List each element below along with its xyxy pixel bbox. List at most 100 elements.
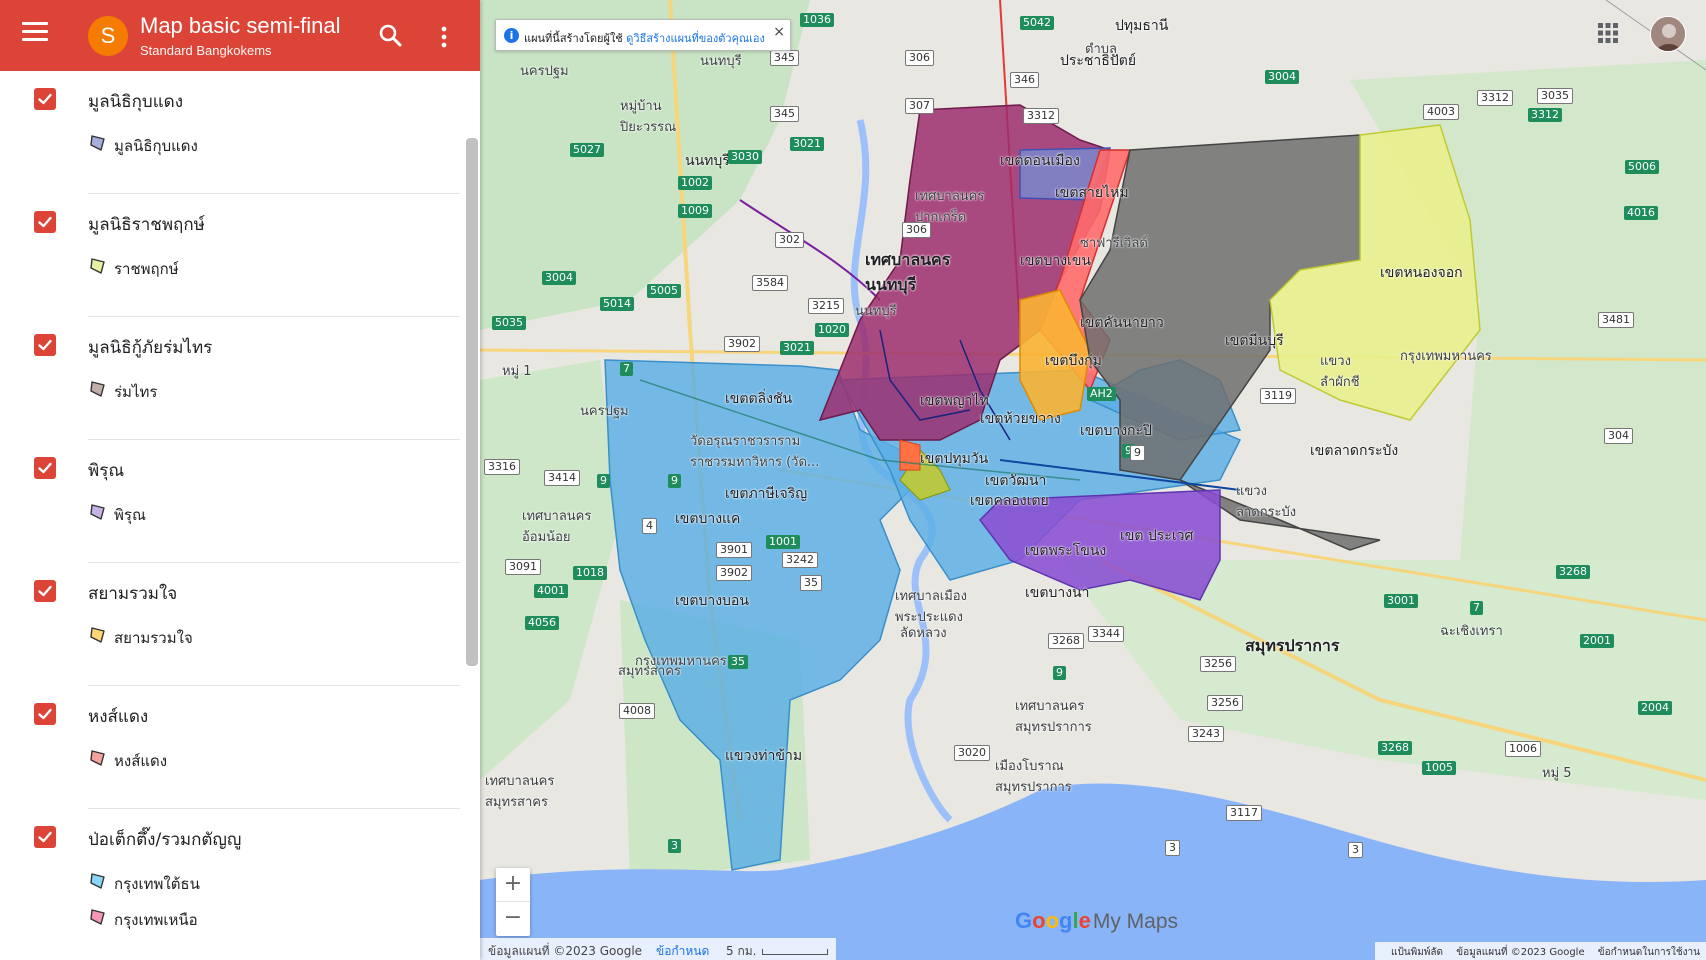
feature-label: กรุงเทพเหนือ [114, 911, 198, 929]
map-label-bang-khen: เขตบางเขน [1020, 253, 1091, 269]
road-shield: 3021 [780, 341, 814, 355]
map-label-phaya-thai: เขตพญาไท [920, 393, 989, 409]
feature-label: สยามรวมใจ [114, 629, 193, 647]
road-shield: 2001 [1580, 634, 1614, 648]
layer-group: ป่อเต็กตึ๊ง/รวมกตัญญูกรุงเทพใต้ธนกรุงเทพ… [0, 809, 466, 932]
keyboard-shortcuts-link[interactable]: แป้นพิมพ์ลัด [1391, 947, 1443, 958]
zoom-in-button[interactable]: + [496, 868, 530, 902]
layer-checkbox[interactable] [34, 211, 56, 233]
layer-checkbox[interactable] [34, 826, 56, 848]
road-shield: 3902 [716, 565, 752, 581]
layer-checkbox[interactable] [34, 580, 56, 602]
road-shield: 1001 [766, 535, 800, 549]
panel-scrollbar[interactable] [466, 138, 478, 666]
map-label-prawet: เขต ประเวศ [1120, 528, 1194, 544]
map-avatar: S [88, 16, 128, 56]
map-footer-right: แป้นพิมพ์ลัด ข้อมูลแผนที่ ©2023 Google ข… [1375, 942, 1706, 960]
map-data-link[interactable]: ข้อมูลแผนที่ ©2023 Google [1456, 947, 1584, 958]
map-label-nonthaburi-2: นนทบุรี [685, 153, 730, 169]
road-shield: 5042 [1020, 16, 1054, 30]
road-shield: 3020 [954, 745, 990, 761]
map-label-lat-krabang: เขตลาดกระบัง [1310, 443, 1399, 459]
road-shield: 3242 [782, 552, 818, 568]
layer-title[interactable]: หงส์แดง [88, 703, 148, 730]
map-label-muang-boran: เมืองโบราณ สมุทรปราการ [995, 759, 1072, 795]
map-label-bang-bon: เขตบางบอน [675, 593, 749, 609]
layer-checkbox[interactable] [34, 457, 56, 479]
road-shield: 3215 [808, 298, 844, 314]
zoom-out-button[interactable]: − [496, 902, 530, 936]
terms-link[interactable]: ข้อกำหนด [656, 942, 709, 960]
road-shield: 3256 [1207, 695, 1243, 711]
road-shield: 3243 [1188, 726, 1224, 742]
layer-checkbox[interactable] [34, 703, 56, 725]
layer-title[interactable]: สยามรวมใจ [88, 580, 177, 607]
road-shield: 4 [642, 518, 657, 534]
copyright-text: ข้อมูลแผนที่ ©2023 Google [488, 944, 643, 958]
user-avatar[interactable] [1650, 16, 1686, 52]
map-label-taling-chan: เขตตลิ่งชัน [725, 391, 793, 407]
map-label-samut-prakan: สมุทรปราการ [1245, 636, 1340, 655]
map-label-bkk-road: กรุงเทพมหานคร [1400, 349, 1492, 364]
road-shield: 1020 [815, 323, 849, 337]
map-label-bueng-kum: เขตบึงกุ่ม [1045, 353, 1102, 369]
apps-grid-icon[interactable] [1597, 22, 1619, 44]
road-shield: 1018 [573, 566, 607, 580]
layer-title[interactable]: พิรุณ [88, 457, 124, 484]
scale-bar [762, 949, 828, 955]
road-shield: 3902 [724, 336, 760, 352]
polygon-icon [90, 750, 105, 766]
map-label-watthana: เขตวัฒนา [985, 473, 1047, 489]
header-bar: S Map basic semi-final Standard Bangkoke… [0, 0, 480, 71]
road-shield: 1009 [678, 204, 712, 218]
notice-text: แผนที่นี้สร้างโดยผู้ใช้ ดูวิธีสร้างแผนที… [524, 29, 765, 47]
road-shield: 3256 [1200, 656, 1236, 672]
map-label-om-noi: เทศบาลนคร อ้อมน้อย [522, 509, 592, 545]
road-shield: 1006 [1505, 741, 1541, 757]
road-shield: 3312 [1477, 90, 1513, 106]
feature-label: ร่มไทร [114, 383, 158, 401]
layer-title[interactable]: มูลนิธิราชพฤกษ์ [88, 211, 205, 238]
layer-checkbox[interactable] [34, 334, 56, 356]
map-label-tha-kham: แขวงท่าข้าม [725, 748, 803, 764]
notice-message: แผนที่นี้สร้างโดยผู้ใช้ [524, 32, 623, 45]
road-shield: 302 [775, 232, 804, 248]
road-shield: 4001 [534, 584, 568, 598]
map-label-huai-khwang: เขตห้วยขวาง [980, 411, 1061, 427]
feature-label: พิรุณ [114, 506, 146, 524]
layer-title[interactable]: มูลนิธิกุบแดง [88, 88, 183, 115]
road-shield: 7 [1470, 601, 1483, 615]
road-shield: 7 [620, 362, 633, 376]
notice-link[interactable]: ดูวิธีสร้างแผนที่ของตัวคุณเอง [626, 32, 765, 45]
map-label-pathum-thani: ปทุมธานี [1115, 18, 1169, 34]
feature-label: หงส์แดง [114, 752, 168, 770]
map-title[interactable]: Map basic semi-final [140, 13, 341, 39]
road-shield: 9 [668, 474, 681, 488]
layer-group: สยามรวมใจ สยามรวมใจ [0, 563, 466, 686]
road-shield: 4056 [525, 616, 559, 630]
map-base [480, 0, 1706, 960]
layer-title[interactable]: ป่อเต็กตึ๊ง/รวมกตัญญู [88, 826, 241, 853]
road-shield: 3268 [1378, 741, 1412, 755]
polygon-icon [90, 873, 105, 889]
road-shield: 5006 [1625, 160, 1659, 174]
menu-icon[interactable] [22, 22, 48, 46]
road-shield: 4003 [1423, 104, 1459, 120]
terms-of-use-link[interactable]: ข้อกำหนดในการใช้งาน [1598, 947, 1700, 958]
layer-title[interactable]: มูลนิธิกู้ภัยร่มไทร [88, 334, 212, 361]
feature-label: กรุงเทพใต้ธน [114, 875, 200, 893]
map-footer-left: ข้อมูลแผนที่ ©2023 Google ข้อกำหนด 5 กม. [480, 938, 836, 960]
search-icon[interactable] [376, 21, 406, 51]
close-icon[interactable]: × [773, 24, 785, 40]
more-options-icon[interactable] [434, 22, 454, 52]
polygon-icon [90, 504, 105, 520]
road-shield: 346 [1010, 72, 1039, 88]
map-canvas[interactable]: ปทุมธานี ตำบล ประชาธิปัตย์ นนทบุรี นนทบุรี นน… [480, 0, 1706, 960]
map-label-moo1: หมู่ 1 [502, 364, 532, 379]
road-shield: 1036 [800, 13, 834, 27]
zoom-control: + − [496, 868, 530, 936]
map-label-chachoengsao: ฉะเชิงเทรา [1440, 624, 1503, 639]
layer-checkbox[interactable] [34, 88, 56, 110]
layer-group: มูลนิธิกู้ภัยร่มไทรร่มไทร [0, 317, 466, 440]
app-root: S Map basic semi-final Standard Bangkoke… [0, 0, 1706, 960]
